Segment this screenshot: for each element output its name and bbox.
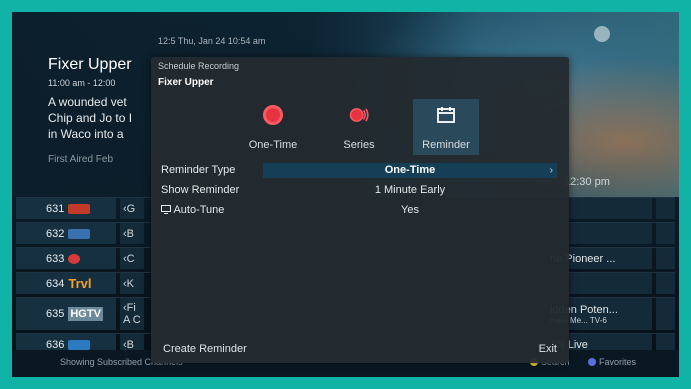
setting-value: Yes [401,204,419,216]
program-cell-edge [656,248,675,269]
program-cell-subtitle: A C [123,314,141,326]
top-time-text: 12:5 Thu, Jan 24 10:54 am [158,36,266,46]
description-line: Chip and Jo to I [48,111,133,125]
description-line: A wounded vet [48,95,127,109]
setting-value: One-Time [384,164,436,176]
channel-logo-icon [68,228,91,239]
program-cell[interactable]: ‹G [120,198,144,219]
program-cell-edge [656,273,675,294]
background-description: A wounded vet Chip and Jo to I in Waco i… [48,94,132,142]
setting-value-box[interactable]: 1 Minute Early [263,183,557,198]
setting-value-box[interactable]: One-Time › [263,163,557,178]
channel-number: 636 [46,338,65,351]
setting-reminder-type[interactable]: Reminder Type One-Time › [159,163,557,179]
channel-number: 632 [46,227,65,240]
setting-label: Reminder Type [161,164,236,176]
blue-button-icon [588,358,596,366]
create-reminder-button[interactable]: Create Reminder [163,343,247,355]
setting-show-reminder[interactable]: Show Reminder 1 Minute Early [159,183,557,199]
option-label: One-Time [248,139,298,151]
channel-logo-icon [68,339,91,350]
first-aired-text: First Aired Feb [48,154,114,165]
program-cell[interactable]: ‹Fi A C [120,298,144,330]
program-cell-title: ‹Fi [123,302,136,314]
channel-cell[interactable]: 632 [16,223,116,244]
channel-cell[interactable]: 633 [16,248,116,269]
option-label: Reminder [422,139,470,151]
program-cell[interactable]: ‹B [120,223,144,244]
program-cell-edge [656,223,675,244]
favorites-hint[interactable]: Favorites [588,357,636,367]
channel-cell[interactable]: 634 Trvl [16,273,116,294]
schedule-recording-dialog: Schedule Recording Fixer Upper One-Time … [151,57,569,363]
dialog-header: Schedule Recording [158,61,240,71]
option-label: Series [343,139,375,151]
setting-auto-tune[interactable]: Auto-Tune Yes [159,203,557,219]
channel-cell[interactable]: 635 HGTV [16,298,116,330]
channel-number: 633 [46,252,65,265]
provider-logo-icon [594,26,610,42]
program-cell[interactable]: ‹K [120,273,144,294]
option-series[interactable]: Series [326,99,392,155]
dialog-show-title: Fixer Upper [158,77,214,88]
program-cell-edge [656,298,675,330]
channel-number: 635 [46,308,65,320]
program-cell[interactable]: ‹C [120,248,144,269]
setting-label: Auto-Tune [173,204,225,216]
setting-label-group: Auto-Tune [161,204,224,216]
guide-time-header: 12:30 pm [564,176,610,188]
setting-value: 1 Minute Early [374,184,446,196]
description-line: in Waco into a [48,127,124,141]
chevron-right-icon: › [549,165,553,176]
channel-logo-icon: Trvl [68,276,92,291]
tv-icon [161,205,171,214]
program-cell-edge [656,198,675,219]
channel-logo-icon: HGTV [68,307,103,321]
series-record-icon [349,108,369,122]
channel-cell[interactable]: 631 [16,198,116,219]
channel-number: 631 [46,202,65,215]
option-reminder[interactable]: Reminder [413,99,479,155]
channel-number: 634 [46,277,65,290]
favorites-hint-label: Favorites [599,357,637,367]
background-time-slot: 11:00 am - 12:00 [48,78,116,88]
channel-logo-icon [68,253,81,264]
exit-button[interactable]: Exit [539,343,557,355]
tv-screen: 12:5 Thu, Jan 24 10:54 am Fixer Upper 11… [12,12,679,377]
setting-label: Show Reminder [161,184,240,196]
channel-logo-icon [68,203,91,214]
record-icon [263,105,283,125]
calendar-icon [437,107,455,123]
option-one-time[interactable]: One-Time [240,99,306,155]
background-show-title: Fixer Upper [48,56,132,73]
setting-value-box[interactable]: Yes [263,203,557,218]
